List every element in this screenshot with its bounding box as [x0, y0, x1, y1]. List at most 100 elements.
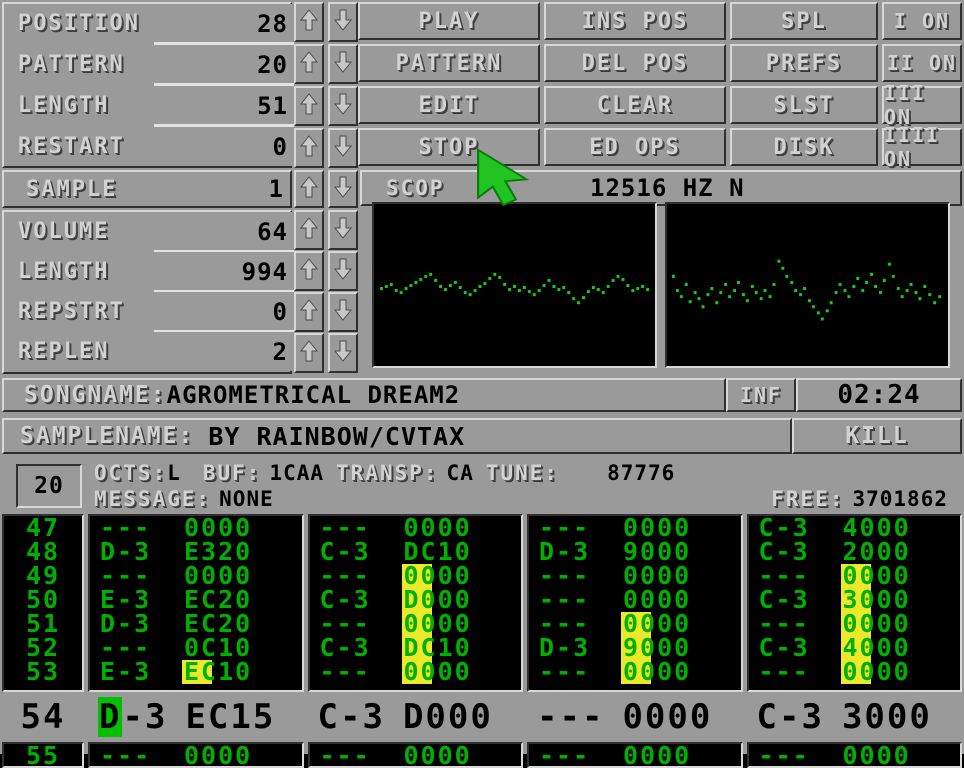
effect[interactable]: 0000 [623, 744, 691, 766]
button-spl[interactable]: SPL [730, 2, 878, 40]
button-play[interactable]: PLAY [358, 2, 540, 40]
sample-up-length[interactable] [294, 251, 324, 291]
param-down-pattern[interactable] [328, 44, 358, 84]
scope-header[interactable]: SCOP 12516 HZ N [360, 170, 962, 206]
button-prefs[interactable]: PREFS [730, 44, 878, 82]
effect[interactable]: 3000 [842, 697, 932, 737]
param-row-pattern[interactable]: PATTERN 20 [4, 45, 294, 84]
note[interactable]: --- [100, 744, 184, 766]
sample-up-replen[interactable] [294, 333, 324, 373]
message-value[interactable]: NONE [219, 487, 274, 511]
param-value-position[interactable]: 28 [140, 10, 294, 38]
note-rest[interactable]: -3 [122, 697, 167, 737]
current-row-channel-1[interactable]: D -3 EC15 [88, 694, 304, 740]
note-rest[interactable]: -3 [779, 697, 824, 737]
next-row-channel-4[interactable]: --- 0000 [746, 742, 962, 768]
next-row-channel-2[interactable]: --- 0000 [307, 742, 523, 768]
button-kill[interactable]: KILL [792, 418, 962, 454]
effect[interactable]: 0000 [623, 659, 691, 684]
songname-field[interactable]: SONGNAME: AGROMETRICAL DREAM2 [2, 378, 726, 412]
button-inf[interactable]: INF [726, 378, 796, 412]
param-row-restart[interactable]: RESTART 0 [4, 127, 294, 166]
param-down-position[interactable] [328, 2, 358, 42]
edit-cursor[interactable]: D [98, 697, 123, 737]
channel-toggle-1[interactable]: I ON [882, 2, 962, 40]
effect[interactable]: 0000 [404, 659, 472, 684]
effect[interactable]: D000 [403, 697, 493, 737]
sample-down-length[interactable] [328, 251, 358, 291]
param-down-restart[interactable] [328, 128, 358, 168]
button-ed-ops[interactable]: ED OPS [544, 128, 726, 166]
sample-up-arrow[interactable] [294, 170, 324, 208]
effect[interactable]: EC10 [184, 659, 252, 684]
current-row-channel-2[interactable]: C -3 D000 [307, 694, 523, 740]
pattern-channel-2[interactable]: --- 0000 C-3 DC10 --- 0000 C-3 D000 --- 0000 … [307, 514, 523, 692]
next-row-channel-3[interactable]: --- 0000 [527, 742, 743, 768]
note[interactable]: E-3 [100, 659, 184, 684]
note[interactable]: --- [539, 744, 623, 766]
effect[interactable]: EC15 [185, 697, 275, 737]
button-clear[interactable]: CLEAR [544, 86, 726, 124]
songname-value[interactable]: AGROMETRICAL DREAM2 [167, 381, 461, 409]
button-ins-pos[interactable]: INS POS [544, 2, 726, 40]
param-up-length[interactable] [294, 86, 324, 126]
sample-param-row-length[interactable]: LENGTH 994 [4, 252, 294, 291]
sample-value-repstrt[interactable]: 0 [125, 298, 294, 326]
effect[interactable]: 0000 [622, 697, 712, 737]
note-first[interactable]: C [318, 697, 340, 737]
note-rest[interactable]: -- [559, 697, 604, 737]
param-row-length[interactable]: LENGTH 51 [4, 86, 294, 125]
sample-down-replen[interactable] [328, 333, 358, 373]
button-del-pos[interactable]: DEL POS [544, 44, 726, 82]
pattern-channel-4[interactable]: C-3 4000 C-3 2000 --- 0000 C-3 3000 --- 0000 … [746, 514, 962, 692]
sample-param-row-volume[interactable]: VOLUME 64 [4, 212, 294, 251]
sample-value-length[interactable]: 994 [109, 258, 294, 286]
note-first[interactable]: - [537, 697, 559, 737]
param-down-length[interactable] [328, 86, 358, 126]
sample-value-replen[interactable]: 2 [109, 338, 294, 366]
scope-left[interactable] [372, 202, 657, 368]
samplename-field[interactable]: SAMPLENAME: BY RAINBOW/CVTAX [2, 418, 792, 454]
pattern-channel-3[interactable]: --- 0000 D-3 9000 --- 0000 --- 0000 --- 0000 … [527, 514, 743, 692]
note[interactable]: --- [759, 744, 843, 766]
next-row-channel-1[interactable]: --- 0000 [88, 742, 304, 768]
note-rest[interactable]: -3 [340, 697, 385, 737]
note[interactable]: --- [759, 659, 843, 684]
sample-param-row-repstrt[interactable]: REPSTRT 0 [4, 292, 294, 331]
samplename-value[interactable]: BY RAINBOW/CVTAX [194, 422, 465, 451]
sample-down-repstrt[interactable] [328, 292, 358, 332]
sample-param-row-replen[interactable]: REPLEN 2 [4, 332, 294, 371]
octs-value[interactable]: L [167, 461, 181, 485]
note[interactable]: --- [320, 659, 404, 684]
sample-value[interactable]: 1 [117, 175, 290, 203]
effect[interactable]: 0000 [843, 659, 911, 684]
button-edit[interactable]: EDIT [358, 86, 540, 124]
effect[interactable]: 0000 [184, 744, 252, 766]
param-up-position[interactable] [294, 2, 324, 42]
param-up-pattern[interactable] [294, 44, 324, 84]
pattern-channel-1[interactable]: --- 0000 D-3 E320 --- 0000 E-3 EC20 D-3 EC20 … [88, 514, 304, 692]
note[interactable]: --- [320, 744, 404, 766]
effect[interactable]: 0000 [843, 744, 911, 766]
channel-toggle-4[interactable]: IIII ON [882, 123, 962, 171]
sample-up-volume[interactable] [294, 210, 324, 250]
channel-toggle-3[interactable]: III ON [882, 81, 962, 129]
effect[interactable]: 0000 [404, 744, 472, 766]
button-disk[interactable]: DISK [730, 128, 878, 166]
note-first[interactable]: C [757, 697, 779, 737]
button-stop[interactable]: STOP [358, 128, 540, 166]
sample-down-volume[interactable] [328, 210, 358, 250]
param-value-restart[interactable]: 0 [125, 133, 294, 161]
scope-right[interactable] [665, 202, 950, 368]
sample-down-arrow[interactable] [328, 170, 358, 208]
current-pattern-box[interactable]: 20 [16, 464, 82, 508]
current-row-channel-3[interactable]: - -- 0000 [527, 694, 743, 740]
sample-selector-row[interactable]: SAMPLE 1 [2, 170, 292, 208]
sample-value-volume[interactable]: 64 [109, 218, 294, 246]
param-row-position[interactable]: POSITION 28 [4, 4, 294, 43]
param-value-pattern[interactable]: 20 [125, 51, 294, 79]
param-value-length[interactable]: 51 [109, 92, 294, 120]
channel-toggle-2[interactable]: II ON [882, 44, 962, 82]
param-up-restart[interactable] [294, 128, 324, 168]
current-row-channel-4[interactable]: C -3 3000 [746, 694, 962, 740]
